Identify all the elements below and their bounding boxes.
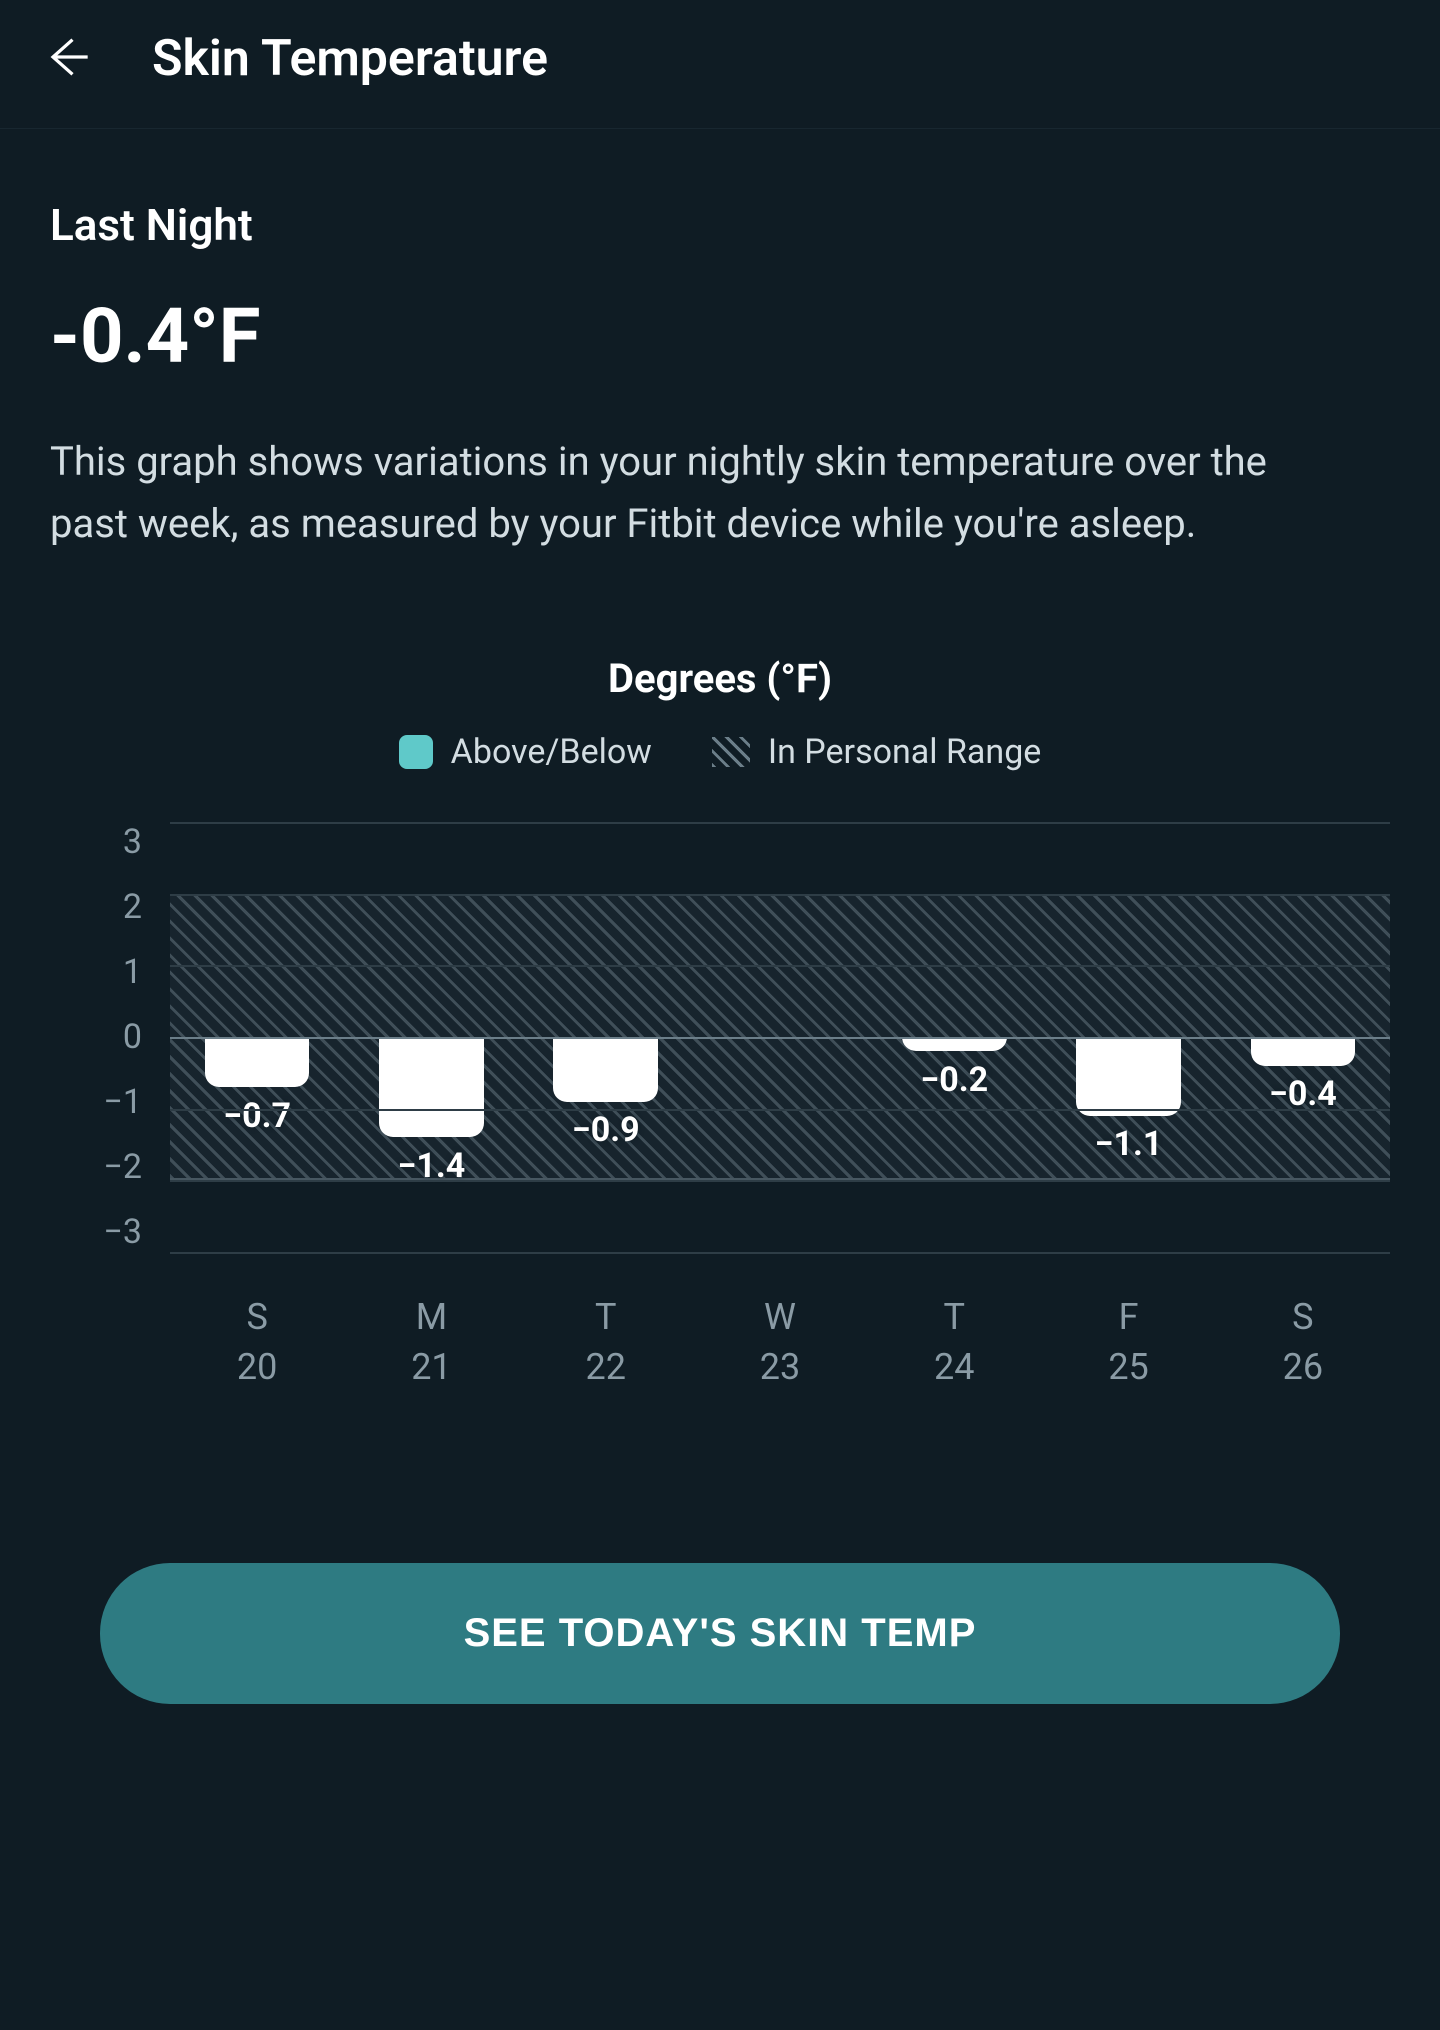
gridline: [170, 894, 1390, 896]
y-tick-label: 2: [123, 887, 142, 927]
page-title: Skin Temperature: [152, 30, 548, 88]
chart-legend: Above/Below In Personal Range: [50, 732, 1390, 772]
bar-value-label: −0.7: [223, 1096, 291, 1136]
gridline: [170, 822, 1390, 824]
bar: [902, 1037, 1007, 1051]
x-tick-label: F25: [1041, 1292, 1215, 1393]
y-axis: 3 2 1 0 −1 −2 −3: [50, 822, 170, 1252]
legend-above-below-label: Above/Below: [451, 732, 652, 772]
gridline: [170, 1180, 1390, 1182]
swatch-solid-icon: [399, 735, 433, 769]
x-tick-label: W23: [693, 1292, 867, 1393]
gridline: [170, 1252, 1390, 1254]
back-arrow-icon[interactable]: [40, 31, 92, 87]
y-tick-label: −2: [103, 1147, 142, 1187]
chart-area: 3210−1−2−3 −0.7−1.4−0.9−0.2−1.1−0.4: [50, 822, 1390, 1252]
chart-section: Degrees (°F) Above/Below In Personal Ran…: [0, 555, 1440, 1393]
legend-above-below: Above/Below: [399, 732, 652, 772]
x-tick-label: S26: [1216, 1292, 1390, 1393]
y-tick-label: 0: [123, 1017, 142, 1057]
last-night-value: -0.4°F: [50, 291, 1390, 381]
bar: [205, 1037, 310, 1087]
x-axis: S20M21T22W23T24F25S26: [170, 1292, 1390, 1393]
y-tick-label: 1: [123, 952, 142, 992]
gridline: [170, 965, 1390, 967]
header-bar: Skin Temperature: [0, 0, 1440, 129]
summary-description: This graph shows variations in your nigh…: [50, 431, 1300, 555]
summary-section: Last Night -0.4°F This graph shows varia…: [0, 129, 1440, 555]
y-tick-label: 3: [123, 822, 142, 862]
bar: [379, 1037, 484, 1137]
see-todays-skin-temp-button[interactable]: SEE TODAY'S SKIN TEMP: [100, 1563, 1340, 1704]
gridline: [170, 1037, 1390, 1039]
bar-value-label: −0.9: [572, 1110, 640, 1150]
x-tick-label: M21: [344, 1292, 518, 1393]
chart-plot: −0.7−1.4−0.9−0.2−1.1−0.4: [170, 822, 1390, 1252]
x-tick-label: T24: [867, 1292, 1041, 1393]
chart-title: Degrees (°F): [50, 655, 1390, 702]
cta-section: SEE TODAY'S SKIN TEMP: [0, 1393, 1440, 1704]
bar: [553, 1037, 658, 1102]
x-tick-label: T22: [519, 1292, 693, 1393]
y-tick-label: −1: [103, 1082, 142, 1122]
gridline: [170, 1109, 1390, 1111]
x-tick-label: S20: [170, 1292, 344, 1393]
legend-in-range-label: In Personal Range: [768, 732, 1042, 772]
bar-value-label: −0.2: [920, 1060, 988, 1100]
bar-value-label: −1.1: [1095, 1124, 1163, 1164]
bar: [1251, 1037, 1356, 1066]
y-tick-label: −3: [103, 1212, 142, 1252]
legend-in-range: In Personal Range: [712, 732, 1042, 772]
swatch-hatch-icon: [712, 737, 750, 767]
last-night-label: Last Night: [50, 199, 1390, 251]
bar: [1076, 1037, 1181, 1116]
